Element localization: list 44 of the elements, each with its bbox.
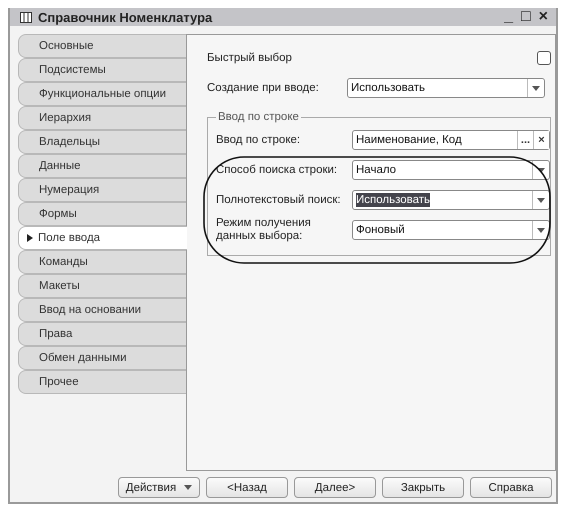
- dropdown-field[interactable]: Начало: [352, 160, 550, 180]
- pointer-icon: [27, 234, 33, 242]
- dialog-button[interactable]: Справка: [470, 477, 552, 498]
- tab[interactable]: Ввод на основании: [18, 298, 186, 322]
- tab[interactable]: Иерархия: [18, 106, 186, 130]
- tab[interactable]: Обмен данными: [18, 346, 186, 370]
- dialog-button[interactable]: Действия: [118, 477, 200, 498]
- caret-icon: [184, 485, 192, 490]
- tab[interactable]: Прочее: [18, 370, 186, 394]
- tab[interactable]: Поле ввода: [18, 226, 187, 250]
- input-field[interactable]: Наименование, Код ... ×: [352, 130, 550, 150]
- tab[interactable]: Права: [18, 322, 186, 346]
- field-label: Режим получения данных выбора:: [216, 217, 312, 243]
- tab[interactable]: Владельцы: [18, 130, 186, 154]
- dialog-button[interactable]: Закрыть: [382, 477, 464, 498]
- checkbox[interactable]: [537, 51, 551, 65]
- dropdown-field[interactable]: Использовать: [347, 78, 545, 98]
- dropdown-field[interactable]: Использовать: [352, 190, 550, 210]
- tab[interactable]: Данные: [18, 154, 186, 178]
- caret-icon: [537, 228, 545, 232]
- tab[interactable]: Команды: [18, 250, 186, 274]
- caret-icon: [537, 168, 545, 172]
- field-button[interactable]: ×: [533, 131, 549, 149]
- tab[interactable]: Нумерация: [18, 178, 186, 202]
- window-title: Справочник Номенклатура: [38, 10, 212, 24]
- tab[interactable]: Функциональные опции: [18, 82, 186, 106]
- tab[interactable]: Макеты: [18, 274, 186, 298]
- field-label: Создание при вводе:: [207, 82, 320, 94]
- group-title: Ввод по строке: [217, 111, 300, 123]
- tab[interactable]: Основные: [18, 34, 186, 58]
- dialog-button[interactable]: <Назад: [206, 477, 288, 498]
- window-control[interactable]: _: [502, 8, 515, 26]
- caret-icon: [537, 198, 545, 202]
- tab[interactable]: Подсистемы: [18, 58, 186, 82]
- dropdown-field[interactable]: Фоновый: [352, 220, 550, 240]
- window-control[interactable]: □: [518, 8, 533, 26]
- window-control[interactable]: ×: [536, 8, 550, 26]
- field-label: Ввод по строке:: [216, 134, 302, 146]
- caret-icon: [532, 86, 540, 90]
- table-icon: [20, 12, 32, 22]
- field-label: Быстрый выбор: [207, 52, 293, 64]
- tab[interactable]: Формы: [18, 202, 186, 226]
- dialog-button[interactable]: Далее>: [294, 477, 376, 498]
- field-label: Полнотекстовый поиск:: [216, 194, 342, 206]
